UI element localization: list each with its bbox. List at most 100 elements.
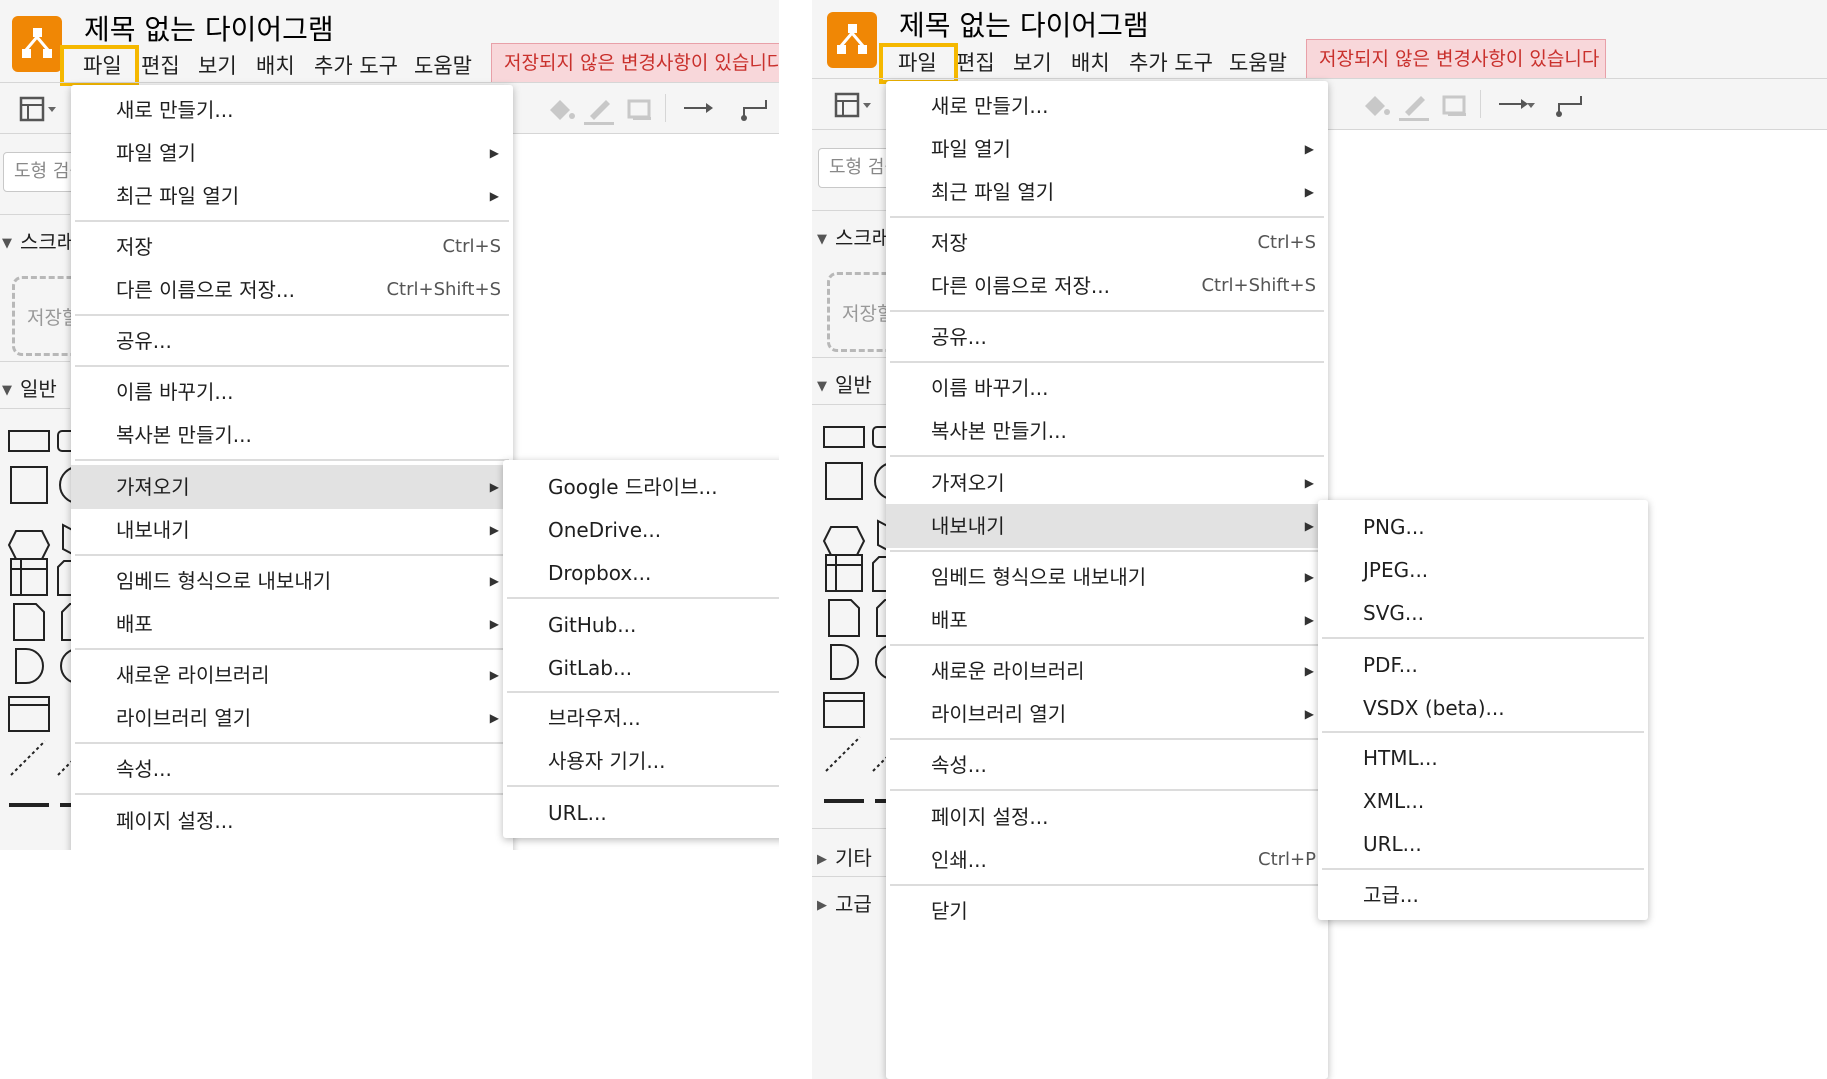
menu-arrange[interactable]: 배치: [256, 50, 295, 80]
menu-item-page-setup[interactable]: 페이지 설정...: [71, 799, 513, 843]
section-other[interactable]: ▶ 기타: [817, 842, 872, 871]
waypoint-style-icon[interactable]: [1553, 86, 1593, 126]
section-scratchpad[interactable]: ▼ 스크래: [2, 226, 75, 255]
export-html[interactable]: HTML...: [1318, 736, 1648, 780]
left-app-window: 제목 없는 다이어그램 파일 편집 보기 배치 추가 도구 도움말 저장되지 않…: [0, 0, 779, 850]
import-browser[interactable]: 브라우저...: [503, 696, 779, 740]
import-gitlab[interactable]: GitLab...: [503, 646, 779, 690]
menu-item-page-setup[interactable]: 페이지 설정...: [886, 795, 1328, 839]
menu-item-open-recent[interactable]: 최근 파일 열기 ▶: [71, 174, 513, 218]
export-svg[interactable]: SVG...: [1318, 591, 1648, 635]
diagram-title[interactable]: 제목 없는 다이어그램: [899, 4, 1149, 44]
menu-item-export[interactable]: 내보내기 ▶: [71, 508, 513, 552]
menu-extras[interactable]: 추가 도구: [314, 50, 398, 80]
shape-palette[interactable]: [815, 411, 887, 821]
waypoint-style-icon[interactable]: [738, 90, 778, 130]
submenu-arrow-icon: ▶: [1304, 664, 1314, 678]
menu-item-rename[interactable]: 이름 바꾸기...: [71, 370, 513, 414]
drawio-logo-icon[interactable]: [12, 16, 62, 72]
submenu-arrow-icon: ▶: [489, 711, 499, 725]
export-png[interactable]: PNG...: [1318, 505, 1648, 549]
shape-palette[interactable]: [0, 415, 72, 835]
diagram-title[interactable]: 제목 없는 다이어그램: [84, 8, 334, 48]
toolbar-divider: [1480, 90, 1481, 118]
menu-item-publish[interactable]: 배포 ▶: [886, 598, 1328, 642]
file-menu-dropdown: 새로 만들기... 파일 열기 ▶ 최근 파일 열기 ▶ 저장 Ctrl+S 다른 이…: [71, 85, 513, 850]
menu-item-embed[interactable]: 임베드 형식으로 내보내기 ▶: [886, 555, 1328, 599]
menu-item-save[interactable]: 저장 Ctrl+S: [886, 221, 1328, 265]
menu-item-new[interactable]: 새로 만들기...: [71, 88, 513, 132]
menu-help[interactable]: 도움말: [414, 50, 472, 80]
shadow-icon[interactable]: [1435, 86, 1475, 126]
section-general[interactable]: ▼ 일반: [2, 373, 57, 402]
menu-item-publish[interactable]: 배포 ▶: [71, 602, 513, 646]
menu-item-open-recent[interactable]: 최근 파일 열기 ▶: [886, 170, 1328, 214]
menu-item-new[interactable]: 새로 만들기...: [886, 84, 1328, 128]
menu-item-print[interactable]: 인쇄... Ctrl+P: [886, 838, 1328, 882]
menu-item-new-library[interactable]: 새로운 라이브러리 ▶: [71, 653, 513, 697]
submenu-arrow-icon: ▶: [1304, 185, 1314, 199]
menu-edit[interactable]: 편집: [956, 47, 995, 77]
menu-item-rename[interactable]: 이름 바꾸기...: [886, 366, 1328, 410]
menu-separator: [890, 361, 1324, 363]
menu-item-open-file[interactable]: 파일 열기 ▶: [71, 131, 513, 175]
line-color-icon[interactable]: [580, 90, 620, 130]
import-google-drive[interactable]: Google 드라이브...: [503, 465, 779, 509]
menu-item-share[interactable]: 공유...: [886, 315, 1328, 359]
menu-item-embed[interactable]: 임베드 형식으로 내보내기 ▶: [71, 559, 513, 603]
unsaved-changes-notice[interactable]: 저장되지 않은 변경사항이 있습니다. 저: [491, 43, 779, 83]
menu-separator: [507, 785, 779, 787]
menu-item-close[interactable]: 닫기: [886, 889, 1328, 933]
line-color-icon[interactable]: [1395, 86, 1435, 126]
menu-item-new-library[interactable]: 새로운 라이브러리 ▶: [886, 649, 1328, 693]
section-scratchpad[interactable]: ▼ 스크래: [817, 222, 890, 251]
format-panel-icon[interactable]: [831, 86, 871, 126]
menu-item-save-as[interactable]: 다른 이름으로 저장... Ctrl+Shift+S: [71, 268, 513, 312]
menu-view[interactable]: 보기: [1013, 47, 1052, 77]
menu-item-properties[interactable]: 속성...: [886, 743, 1328, 787]
export-pdf[interactable]: PDF...: [1318, 643, 1648, 687]
submenu-arrow-icon: ▶: [1304, 476, 1314, 490]
format-panel-icon[interactable]: [16, 90, 56, 130]
menu-edit[interactable]: 편집: [141, 50, 180, 80]
menu-item-import[interactable]: 가져오기 ▶: [71, 465, 513, 509]
export-vsdx[interactable]: VSDX (beta)...: [1318, 686, 1648, 730]
section-general[interactable]: ▼ 일반: [817, 369, 872, 398]
menu-item-import[interactable]: 가져오기 ▶: [886, 461, 1328, 505]
menu-arrange[interactable]: 배치: [1071, 47, 1110, 77]
triangle-down-icon: ▼: [817, 232, 827, 247]
export-url[interactable]: URL...: [1318, 822, 1648, 866]
menu-separator: [1322, 731, 1644, 733]
toolbar-divider: [665, 94, 666, 122]
menu-item-export[interactable]: 내보내기 ▶: [886, 504, 1328, 548]
menu-item-share[interactable]: 공유...: [71, 319, 513, 363]
export-jpeg[interactable]: JPEG...: [1318, 548, 1648, 592]
menu-item-save-as[interactable]: 다른 이름으로 저장... Ctrl+Shift+S: [886, 264, 1328, 308]
fill-color-icon[interactable]: [1355, 86, 1395, 126]
fill-color-icon[interactable]: [540, 90, 580, 130]
connection-arrow-icon[interactable]: [680, 90, 720, 130]
drawio-logo-icon[interactable]: [827, 12, 877, 68]
import-url[interactable]: URL...: [503, 791, 779, 835]
section-advanced[interactable]: ▶ 고급: [817, 888, 872, 917]
import-onedrive[interactable]: OneDrive...: [503, 508, 779, 552]
sidebar-divider: [812, 828, 888, 829]
menu-item-duplicate[interactable]: 복사본 만들기...: [886, 409, 1328, 453]
import-dropbox[interactable]: Dropbox...: [503, 551, 779, 595]
menu-view[interactable]: 보기: [198, 50, 237, 80]
menu-item-save[interactable]: 저장 Ctrl+S: [71, 225, 513, 269]
menu-item-open-library[interactable]: 라이브러리 열기 ▶: [886, 692, 1328, 736]
menu-help[interactable]: 도움말: [1229, 47, 1287, 77]
menu-item-duplicate[interactable]: 복사본 만들기...: [71, 413, 513, 457]
export-advanced[interactable]: 고급...: [1318, 873, 1648, 917]
menu-extras[interactable]: 추가 도구: [1129, 47, 1213, 77]
shadow-icon[interactable]: [620, 90, 660, 130]
import-device[interactable]: 사용자 기기...: [503, 739, 779, 783]
unsaved-changes-notice[interactable]: 저장되지 않은 변경사항이 있습니다: [1306, 39, 1606, 79]
menu-item-open-library[interactable]: 라이브러리 열기 ▶: [71, 696, 513, 740]
import-github[interactable]: GitHub...: [503, 603, 779, 647]
menu-item-properties[interactable]: 속성...: [71, 747, 513, 791]
header-divider: [0, 82, 779, 83]
menu-item-open-file[interactable]: 파일 열기 ▶: [886, 127, 1328, 171]
export-xml[interactable]: XML...: [1318, 779, 1648, 823]
